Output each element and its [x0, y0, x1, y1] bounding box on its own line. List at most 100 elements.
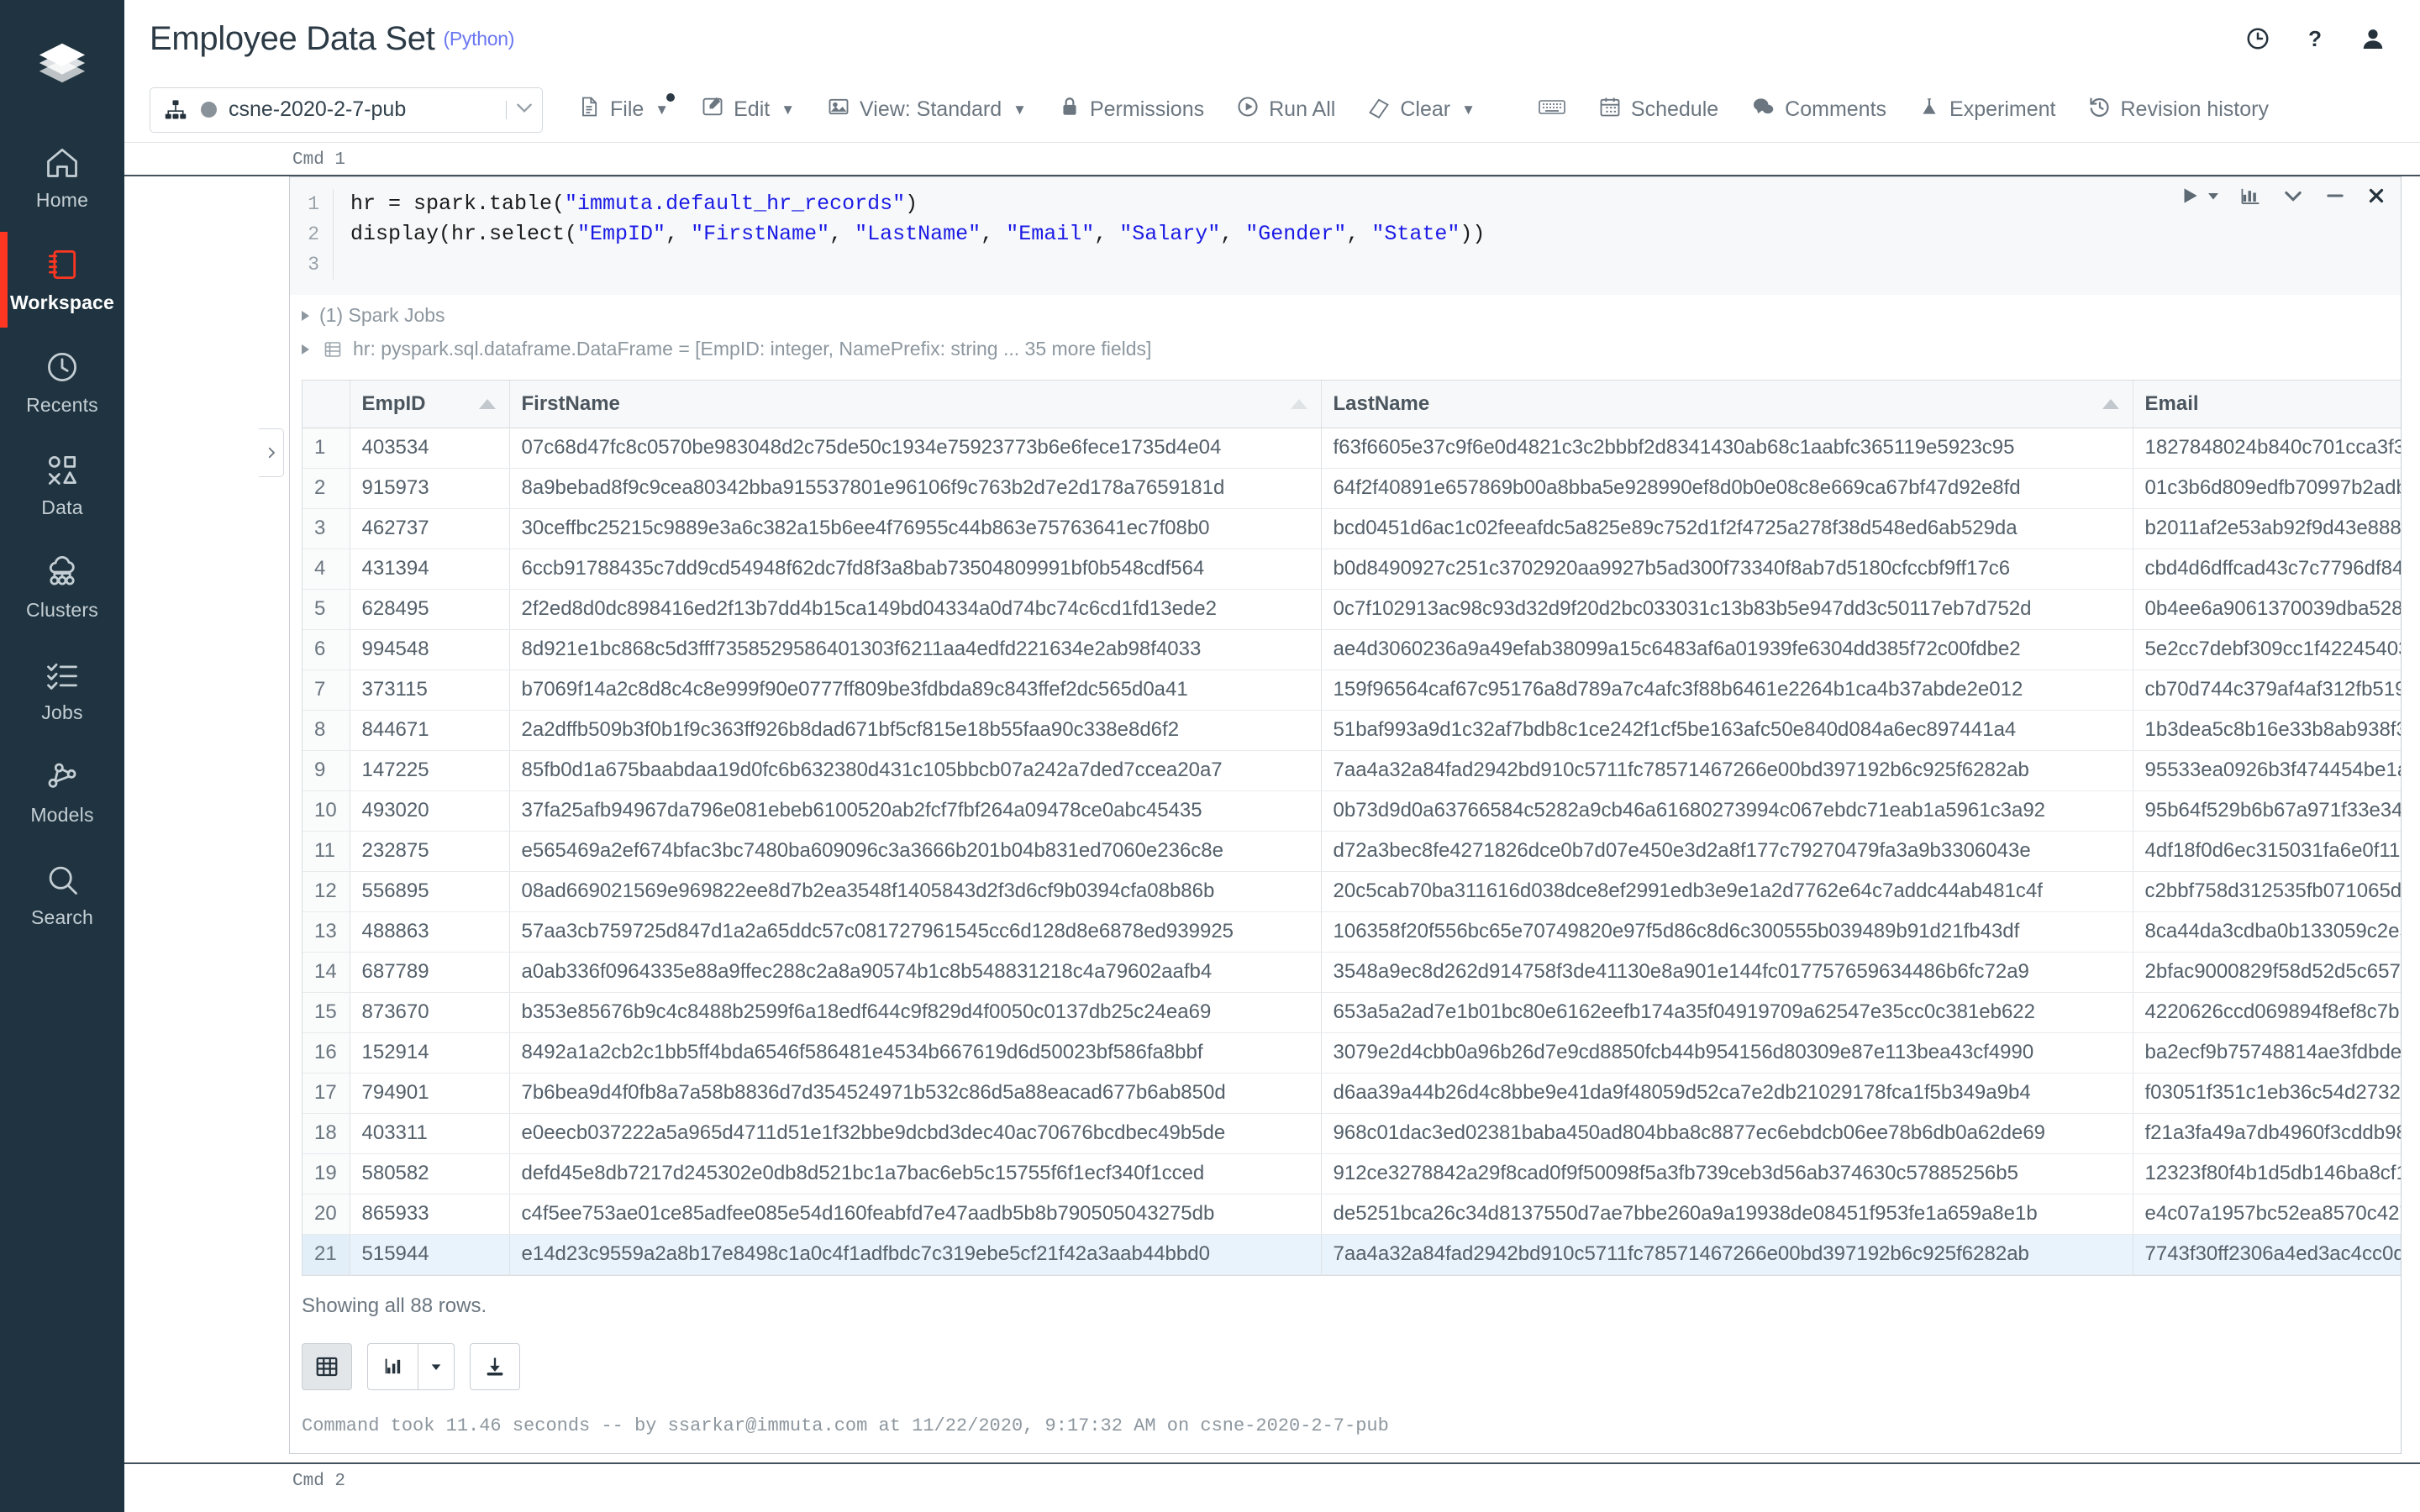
sidebar-item-home[interactable]: Home — [0, 126, 124, 228]
download-button[interactable] — [470, 1342, 520, 1390]
caret-down-icon[interactable]: ▼ — [781, 102, 795, 118]
cell-firstname: b353e85676b9c4c8488b2599f6a18edf644c9f82… — [509, 992, 1322, 1033]
column-header-label: EmpID — [361, 391, 426, 415]
chart-options-caret-down-icon[interactable] — [418, 1342, 455, 1390]
sidebar-item-models[interactable]: Models — [0, 741, 124, 843]
table-row[interactable]: 3 462737 30ceffbc25215c9889e3a6c382a15b6ee… — [302, 508, 2401, 549]
line-number: 2 — [290, 219, 334, 249]
toolbar-button-run-all[interactable]: Run All — [1220, 87, 1351, 133]
table-row[interactable]: 19 580582 defd45e8db7217d245302e0db8d521bc… — [302, 1153, 2401, 1194]
column-header-firstname[interactable]: FirstName — [509, 381, 1322, 428]
result-table: EmpID FirstName LastName Email 1 403534 … — [302, 381, 2401, 1275]
table-row[interactable]: 2 915973 8a9bebad8f9c9cea80342bba915537801… — [302, 468, 2401, 509]
page-title: Employee Data Set (Python) — [150, 20, 514, 58]
row-number: 10 — [302, 790, 350, 832]
table-row[interactable]: 11 232875 e565469a2ef674bfac3bc7480ba60909… — [302, 831, 2401, 872]
row-number-header — [302, 381, 350, 428]
table-row[interactable]: 16 152914 8492a1a2cb2c1bb5ff4bda6546f58648… — [302, 1032, 2401, 1074]
page-title-language: (Python) — [443, 27, 515, 50]
spark-jobs-toggle[interactable]: (1) Spark Jobs — [290, 295, 2401, 336]
caret-down-icon[interactable]: ▼ — [655, 102, 669, 118]
toolbar-button-clear[interactable]: Clear ▼ — [1351, 87, 1491, 133]
table-row[interactable]: 6 994548 8d921e1bc868c5d3fff73585295864013… — [302, 629, 2401, 670]
table-row[interactable]: 4 431394 6ccb91788435c7dd9cd54948f62dc7fd8… — [302, 549, 2401, 590]
sidebar-item-search[interactable]: Search — [0, 843, 124, 946]
triangle-right-icon[interactable] — [302, 344, 309, 354]
table-row[interactable]: 14 687789 a0ab336f0964335e88a9ffec288c2a8a… — [302, 952, 2401, 993]
sort-ascending-icon[interactable] — [478, 398, 496, 409]
code-token: "Salary" — [1119, 222, 1221, 246]
sidebar-item-data[interactable]: Data — [0, 433, 124, 536]
toolbar-button-edit[interactable]: Edit ▼ — [685, 87, 811, 133]
cell-action-bar — [2179, 184, 2387, 207]
cell-firstname: a0ab336f0964335e88a9ffec288c2a8a90574b1c… — [509, 952, 1322, 993]
column-header-lastname[interactable]: LastName — [1321, 381, 2133, 428]
toolbar-button-view-standard[interactable]: View: Standard ▼ — [811, 87, 1043, 133]
table-row[interactable]: 5 628495 2f2ed8d0dc898416ed2f13b7dd4b15ca1… — [302, 589, 2401, 630]
cell-email: 12323f80f4b1d5db146ba8cf10 — [2133, 1153, 2401, 1194]
code-editor[interactable]: 1 hr = spark.table("immuta.default_hr_rec… — [290, 177, 2401, 295]
cell-email: 2bfac9000829f58d52d5c657c4 — [2133, 952, 2401, 993]
cell-empid: 794901 — [350, 1073, 510, 1114]
cluster-picker[interactable]: csne-2020-2-7-pub — [150, 87, 543, 133]
table-row[interactable]: 7 373115 b7069f14a2c8d8c4c8e999f90e0777ff8… — [302, 669, 2401, 711]
caret-down-icon[interactable] — [2206, 188, 2221, 203]
toolbar-button-label: Permissions — [1089, 97, 1205, 121]
row-number: 15 — [302, 992, 350, 1033]
result-table-container[interactable]: EmpID FirstName LastName Email 1 403534 … — [302, 380, 2401, 1276]
toolbar-button-schedule[interactable]: Schedule — [1582, 87, 1734, 133]
sort-ascending-icon[interactable] — [2102, 398, 2119, 409]
column-header-email[interactable]: Email — [2133, 381, 2401, 428]
sidebar-item-workspace[interactable]: Workspace — [0, 228, 124, 331]
bar-chart-button[interactable] — [367, 1342, 418, 1390]
table-row[interactable]: 21 515944 e14d23c9559a2a8b17e8498c1a0c4f1a… — [302, 1234, 2401, 1275]
triangle-right-icon[interactable] — [302, 310, 309, 321]
table-row[interactable]: 1 403534 07c68d47fc8c0570be983048d2c75de50… — [302, 428, 2401, 469]
close-icon[interactable] — [2365, 185, 2387, 207]
code-line: 2 display(hr.select("EmpID", "FirstName",… — [290, 219, 2401, 249]
code-token: )) — [1460, 222, 1486, 246]
caret-down-icon[interactable]: ▼ — [1013, 102, 1027, 118]
table-row[interactable]: 12 556895 08ad669021569e969822ee8d7b2ea354… — [302, 871, 2401, 912]
run-icon[interactable] — [2179, 185, 2201, 207]
table-row[interactable]: 17 794901 7b6bea9d4f0fb8a7a58b8836d7d35452… — [302, 1073, 2401, 1114]
cell-firstname: e565469a2ef674bfac3bc7480ba609096c3a3666… — [509, 831, 1322, 872]
clock-icon[interactable] — [2245, 26, 2270, 51]
databricks-logo[interactable] — [0, 0, 124, 126]
row-number: 3 — [302, 508, 350, 549]
chevron-down-icon[interactable] — [2281, 184, 2305, 207]
cell-email: e4c07a1957bc52ea8570c427b — [2133, 1194, 2401, 1235]
databricks-logo-icon — [39, 43, 86, 83]
toolbar-button-experiment[interactable]: Experiment — [1902, 87, 2071, 133]
toolbar-button-file[interactable]: File ▼ — [561, 87, 685, 133]
table-view-button[interactable] — [302, 1342, 352, 1390]
table-row[interactable]: 18 403311 e0eecb037222a5a965d4711d51e1f32b… — [302, 1113, 2401, 1154]
table-row[interactable]: 20 865933 c4f5ee753ae01ce85adfee085e54d160… — [302, 1194, 2401, 1235]
minimize-icon[interactable] — [2323, 184, 2347, 207]
sidebar-item-recents[interactable]: Recents — [0, 331, 124, 433]
toolbar-button-revision-history[interactable]: Revision history — [2072, 87, 2285, 133]
help-icon[interactable]: ? — [2302, 26, 2328, 51]
table-row[interactable]: 9 147225 85fb0d1a675baabdaa19d0fc6b632380d… — [302, 750, 2401, 791]
dataframe-toggle[interactable]: hr: pyspark.sql.dataframe.DataFrame = [E… — [290, 336, 2401, 370]
table-row[interactable]: 15 873670 b353e85676b9c4c8488b2599f6a18edf… — [302, 992, 2401, 1033]
row-number: 1 — [302, 428, 350, 469]
sidebar-expand-handle[interactable] — [259, 428, 284, 477]
cell-lastname: 64f2f40891e657869b00a8bba5e928990ef8d0b0… — [1321, 468, 2133, 509]
sort-ascending-icon[interactable] — [1290, 398, 1307, 409]
unsaved-badge — [666, 92, 676, 102]
chevron-down-icon[interactable] — [513, 97, 535, 123]
table-row[interactable]: 8 844671 2a2dffb509b3f0b1f9c363ff926b8dad6… — [302, 710, 2401, 751]
toolbar-button-permissions[interactable]: Permissions — [1043, 87, 1220, 133]
toolbar-button-comments[interactable]: Comments — [1734, 87, 1902, 133]
sidebar-item-clusters[interactable]: Clusters — [0, 536, 124, 638]
caret-down-icon[interactable]: ▼ — [1461, 102, 1476, 118]
column-header-empid[interactable]: EmpID — [350, 381, 510, 428]
user-icon[interactable] — [2360, 25, 2386, 52]
chart-icon[interactable] — [2239, 184, 2263, 207]
notebook-icon — [44, 245, 81, 284]
toolbar-button-keyboard[interactable] — [1522, 87, 1582, 133]
table-row[interactable]: 10 493020 37fa25afb94967da796e081ebeb61005… — [302, 790, 2401, 832]
table-row[interactable]: 13 488863 57aa3cb759725d847d1a2a65ddc57c08… — [302, 911, 2401, 953]
sidebar-item-jobs[interactable]: Jobs — [0, 638, 124, 741]
